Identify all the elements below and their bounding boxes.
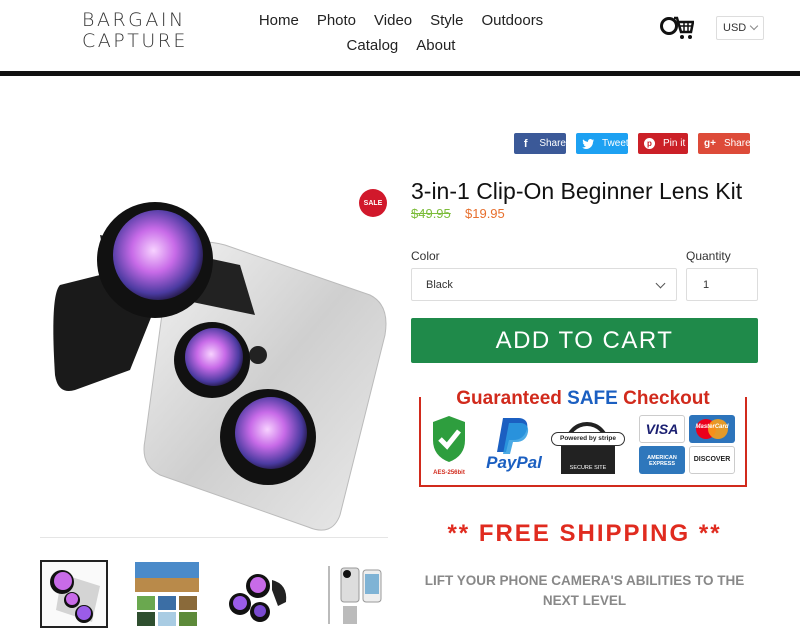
sale-badge: SALE [359, 189, 387, 217]
currency-value: USD [723, 22, 747, 34]
guarantee-title-part2: Checkout [617, 388, 710, 409]
share-facebook-label: Share [539, 138, 566, 149]
stripe-label: Powered by stripe [551, 432, 625, 446]
facebook-icon: f [523, 137, 528, 150]
paypal-label: PayPal [486, 453, 542, 472]
stripe-lock-icon: Powered by stripe SECURE SITE [551, 422, 625, 476]
chevron-down-icon [749, 21, 759, 31]
quantity-label: Quantity [686, 249, 731, 263]
chevron-down-icon [655, 278, 666, 289]
nav-row-1: Home Photo Video Style Outdoors [246, 8, 556, 33]
site-logo[interactable]: BARGAIN CAPTURE [82, 10, 188, 52]
nav-outdoors[interactable]: Outdoors [481, 8, 543, 33]
image-divider [40, 537, 388, 538]
cart-icon[interactable] [660, 14, 695, 44]
pinterest-icon: p [644, 138, 655, 149]
main-nav: Home Photo Video Style Outdoors Catalog … [246, 8, 556, 58]
logo-line-1: BARGAIN [82, 9, 186, 31]
mastercard-label: MasterCard [695, 424, 729, 430]
nav-home[interactable]: Home [259, 8, 299, 33]
compare-at-price: $49.95 [411, 206, 451, 221]
thumbnail-2[interactable] [133, 560, 201, 628]
share-googleplus-label: Share [723, 138, 751, 149]
product-title: 3-in-1 Clip-On Beginner Lens Kit [411, 178, 743, 204]
quantity-value: 1 [703, 279, 710, 291]
header-divider [0, 71, 800, 76]
product-description-heading: LIFT YOUR PHONE CAMERA'S ABILITIES TO TH… [424, 573, 745, 608]
product-main-image[interactable] [40, 175, 388, 537]
guarantee-title: Guaranteed SAFE Checkout [419, 388, 747, 410]
nav-row-2: Catalog About [246, 33, 556, 58]
guaranteed-checkout-badge: Guaranteed SAFE Checkout AES-256bit PayP… [419, 388, 747, 488]
color-label: Color [411, 249, 440, 263]
color-select[interactable]: Black [411, 268, 677, 301]
nav-style[interactable]: Style [430, 8, 463, 33]
quantity-input[interactable]: 1 [686, 268, 758, 301]
share-googleplus-button[interactable]: g+ Share [698, 133, 751, 154]
nav-catalog[interactable]: Catalog [347, 33, 399, 58]
nav-photo[interactable]: Photo [317, 8, 356, 33]
free-shipping-banner: ** FREE SHIPPING ** [447, 520, 722, 547]
amex-card-icon: AMERICAN EXPRESS [639, 446, 685, 474]
mastercard-icon: MasterCard [689, 415, 735, 443]
site-header: BARGAIN CAPTURE Home Photo Video Style O… [0, 0, 800, 72]
share-twitter-button[interactable]: Tweet [576, 133, 629, 154]
twitter-icon [582, 138, 594, 150]
secure-site-label: SECURE SITE [561, 446, 615, 474]
guarantee-title-part1: Guaranteed [456, 388, 568, 409]
thumbnail-4[interactable] [319, 560, 387, 628]
discover-card-icon: DISCOVER [689, 446, 735, 474]
nav-about[interactable]: About [416, 33, 455, 58]
aes-shield-icon: AES-256bit [429, 414, 469, 476]
thumbnail-1[interactable] [40, 560, 108, 628]
share-twitter-label: Tweet [602, 138, 629, 149]
nav-video[interactable]: Video [374, 8, 412, 33]
share-pinterest-label: Pin it [663, 138, 686, 149]
logo-line-2: CAPTURE [82, 30, 188, 52]
paypal-logo: PayPal [481, 414, 547, 476]
currency-select[interactable]: USD [716, 16, 764, 40]
googleplus-icon: g+ [704, 138, 716, 149]
guarantee-title-safe: SAFE [567, 388, 618, 409]
sale-price: $19.95 [465, 206, 505, 221]
color-select-value: Black [426, 279, 453, 291]
share-facebook-button[interactable]: f Share [514, 133, 566, 154]
aes-label: AES-256bit [433, 470, 465, 476]
share-pinterest-button[interactable]: p Pin it [638, 133, 688, 154]
visa-card-icon: VISA [639, 415, 685, 443]
add-to-cart-button[interactable]: ADD TO CART [411, 318, 758, 363]
thumbnail-3[interactable] [226, 560, 294, 628]
